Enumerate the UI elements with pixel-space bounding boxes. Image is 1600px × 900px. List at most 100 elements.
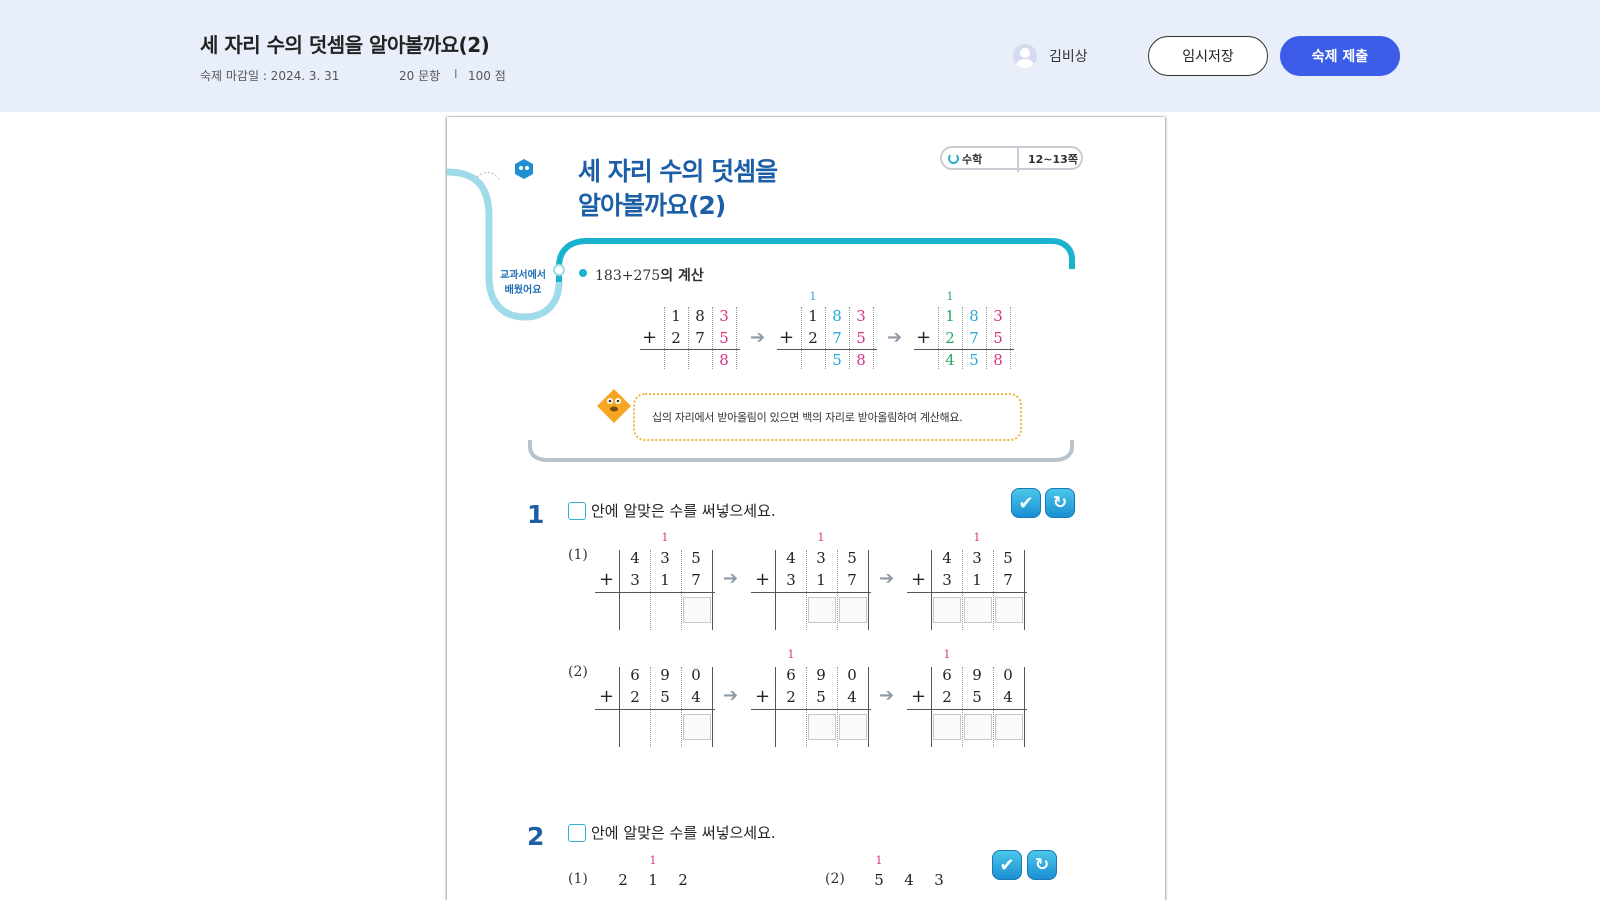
digit: 0 xyxy=(1003,666,1013,684)
digit: 8 xyxy=(969,307,979,325)
digit: 1 xyxy=(648,871,658,889)
digit: 6 xyxy=(630,666,640,684)
carry-digit: 1 xyxy=(946,290,954,303)
calc-expression: 183+275 xyxy=(595,268,661,284)
answer-box[interactable] xyxy=(808,714,836,740)
plus-sign: + xyxy=(755,686,771,707)
homework-title: 세 자리 수의 덧셈을 알아볼까요(2) xyxy=(200,33,490,57)
submit-homework-button[interactable]: 숙제 제출 xyxy=(1280,36,1400,76)
digit: 2 xyxy=(945,329,955,347)
answer-box[interactable] xyxy=(808,597,836,623)
digit: 2 xyxy=(678,871,688,889)
digit: 4 xyxy=(904,871,914,889)
digit: 1 xyxy=(972,571,982,589)
digit: 3 xyxy=(786,571,796,589)
carry-digit: 1 xyxy=(661,531,669,544)
arrow-icon: ➔ xyxy=(879,568,895,589)
digit: 5 xyxy=(816,688,826,706)
digit: 5 xyxy=(847,549,857,567)
temp-save-button[interactable]: 임시저장 xyxy=(1148,36,1268,76)
digit: 6 xyxy=(942,666,952,684)
arrow-icon: ➔ xyxy=(879,685,895,706)
answer-box[interactable] xyxy=(683,597,711,623)
arrow-icon: ➔ xyxy=(723,568,739,589)
digit: 1 xyxy=(671,307,681,325)
result-digit: 8 xyxy=(993,351,1003,369)
answer-box[interactable] xyxy=(964,714,992,740)
reset-button[interactable]: ↻ xyxy=(1027,850,1057,880)
digit: 9 xyxy=(660,666,670,684)
answer-box[interactable] xyxy=(839,714,867,740)
user-profile: 김비상 xyxy=(1013,44,1088,68)
question-1-number: 1 xyxy=(527,500,545,529)
digit: 1 xyxy=(808,307,818,325)
hexagon-icon xyxy=(515,159,533,179)
digit: 2 xyxy=(618,871,628,889)
meta-separator: I xyxy=(454,67,458,81)
due-date: 숙제 마감일 : 2024. 3. 31 xyxy=(200,69,340,83)
reset-button[interactable]: ↻ xyxy=(1045,488,1075,518)
subject-label: 수학 xyxy=(962,153,983,166)
digit: 3 xyxy=(816,549,826,567)
digit: 4 xyxy=(691,688,701,706)
answer-box[interactable] xyxy=(964,597,992,623)
digit: 3 xyxy=(972,549,982,567)
digit: 1 xyxy=(945,307,955,325)
digit: 4 xyxy=(786,549,796,567)
result-digit: 4 xyxy=(945,351,955,369)
carry-digit: 1 xyxy=(973,531,981,544)
answer-box-icon xyxy=(568,823,586,842)
digit: 5 xyxy=(874,871,884,889)
answer-box[interactable] xyxy=(933,714,961,740)
carry-digit: 1 xyxy=(943,648,951,661)
page-range: 12~13쪽 xyxy=(1028,153,1078,166)
arrow-icon: ➔ xyxy=(723,685,739,706)
question-2-text: 안에 알맞은 수를 써넣으세요. xyxy=(591,824,776,842)
plus-sign: + xyxy=(599,686,615,707)
check-answer-button[interactable]: ✔ xyxy=(1011,488,1041,518)
digit: 5 xyxy=(691,549,701,567)
digit: 4 xyxy=(630,549,640,567)
answer-box[interactable] xyxy=(933,597,961,623)
plus-sign: + xyxy=(642,327,658,348)
digit: 3 xyxy=(856,307,866,325)
digit: 8 xyxy=(832,307,842,325)
answer-box[interactable] xyxy=(995,714,1023,740)
arrow-icon: ➔ xyxy=(750,327,766,348)
digit: 3 xyxy=(630,571,640,589)
plus-sign: + xyxy=(755,569,771,590)
digit: 4 xyxy=(847,688,857,706)
answer-box[interactable] xyxy=(839,597,867,623)
answer-box-icon xyxy=(568,501,586,520)
unit-title: 세 자리 수의 덧셈을 알아볼까요(2) xyxy=(578,157,778,220)
digit: 3 xyxy=(719,307,729,325)
digit: 7 xyxy=(832,329,842,347)
digit: 0 xyxy=(847,666,857,684)
plus-sign: + xyxy=(599,569,615,590)
part-label: (1) xyxy=(568,871,588,887)
digit: 7 xyxy=(847,571,857,589)
digit: 8 xyxy=(695,307,705,325)
plus-sign: + xyxy=(779,327,795,348)
total-points: 100 점 xyxy=(468,69,506,83)
result-digit: 5 xyxy=(969,351,979,369)
plus-sign: + xyxy=(911,569,927,590)
subject-page-badge: 수학 12~13쪽 xyxy=(940,146,1083,172)
calc-title-suffix: 의 계산 xyxy=(660,268,704,284)
answer-box[interactable] xyxy=(995,597,1023,623)
question-2-number: 2 xyxy=(527,822,545,851)
plus-sign: + xyxy=(916,327,932,348)
check-answer-button[interactable]: ✔ xyxy=(992,850,1022,880)
worksheet-page[interactable]: 세 자리 수의 덧셈을 알아볼까요(2) 수학 12~13쪽 교과서에서 배웠어… xyxy=(447,117,1165,900)
digit: 3 xyxy=(934,871,944,889)
carry-digit: 1 xyxy=(809,290,817,303)
digit: 0 xyxy=(691,666,701,684)
digit: 1 xyxy=(816,571,826,589)
digit: 3 xyxy=(660,549,670,567)
answer-box[interactable] xyxy=(683,714,711,740)
part-label: (1) xyxy=(568,547,588,563)
digit: 4 xyxy=(1003,688,1013,706)
avatar-icon xyxy=(1013,44,1037,68)
digit: 2 xyxy=(630,688,640,706)
result-digit: 5 xyxy=(832,351,842,369)
